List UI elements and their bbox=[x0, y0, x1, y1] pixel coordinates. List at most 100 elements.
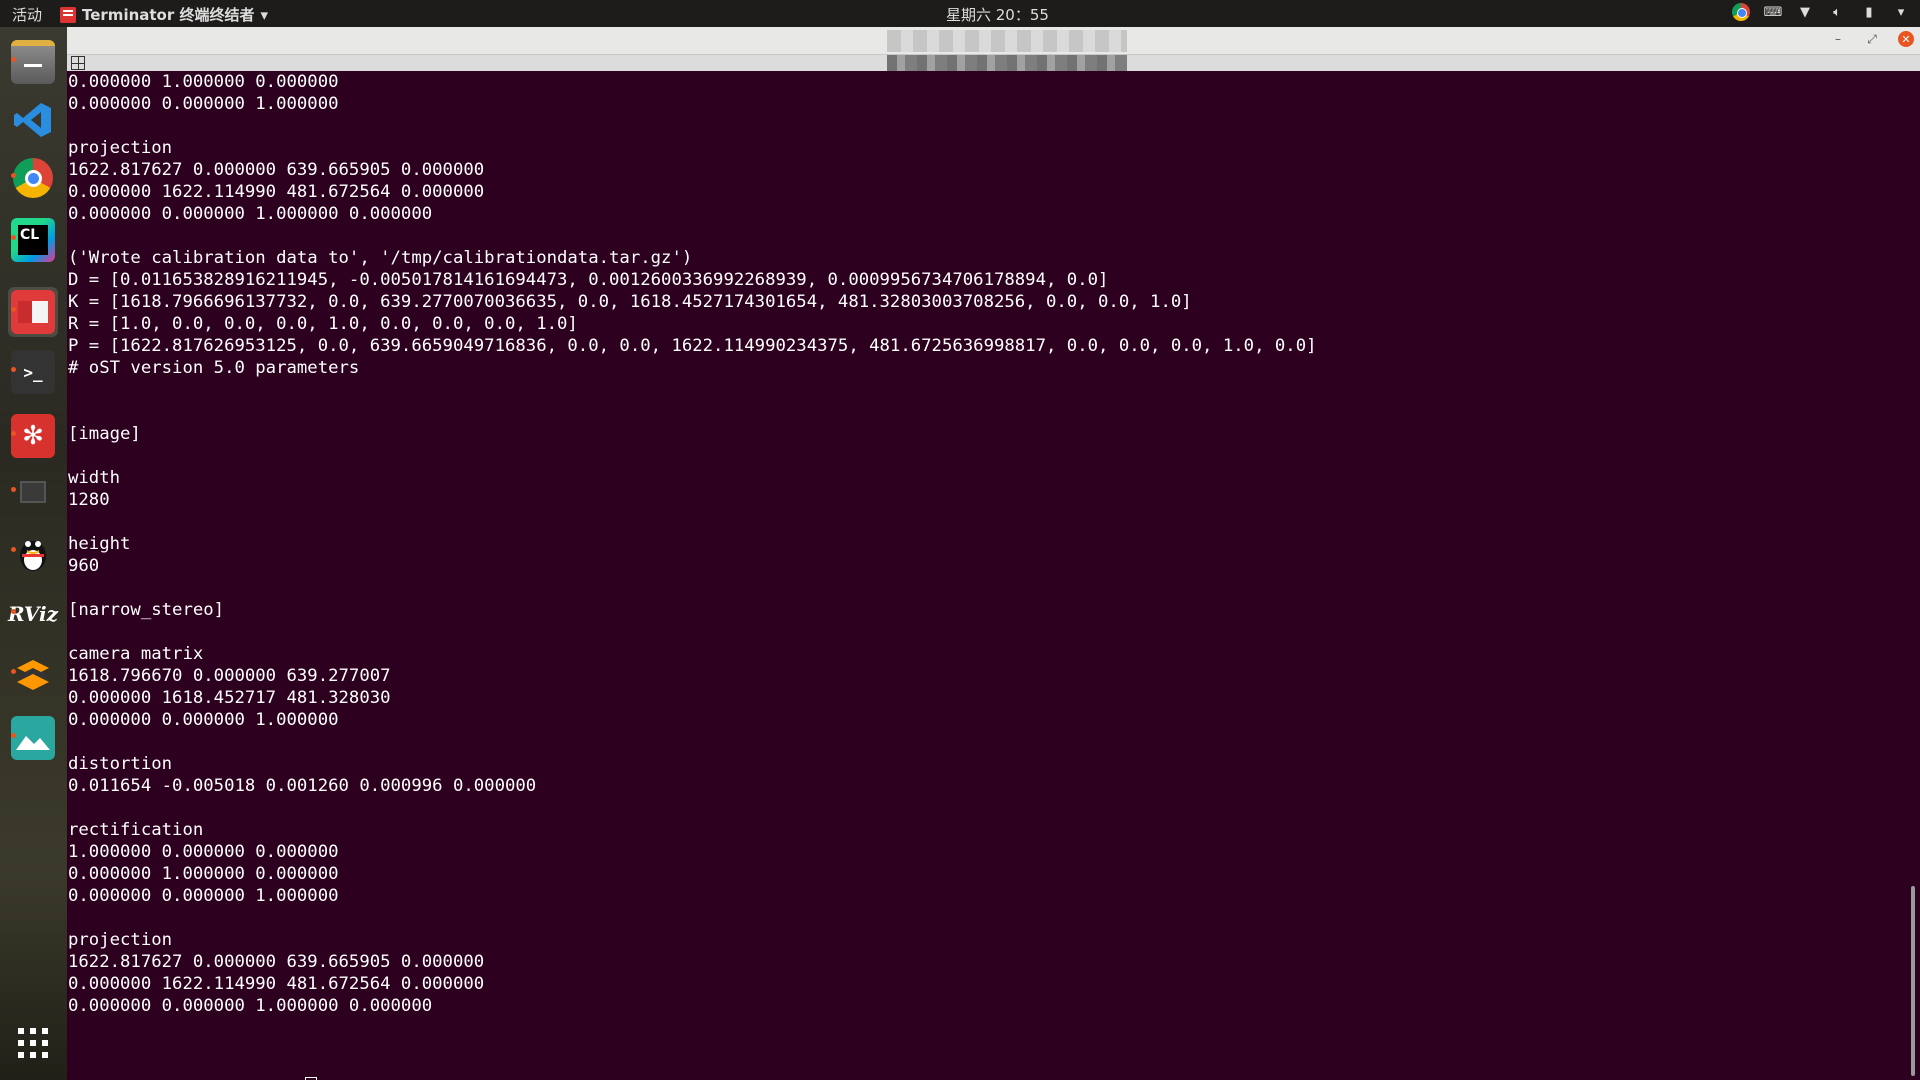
terminal-line: 0.000000 0.000000 1.000000 0.000000 bbox=[68, 204, 433, 224]
dock-xmind[interactable]: ✻ bbox=[8, 411, 58, 461]
running-indicator bbox=[11, 487, 16, 492]
terminal-line: 0.000000 1.000000 0.000000 bbox=[68, 72, 339, 92]
terminal-line: 0.000000 0.000000 1.000000 bbox=[68, 94, 339, 114]
close-button[interactable]: ✕ bbox=[1898, 31, 1914, 47]
show-applications-button[interactable] bbox=[8, 1018, 58, 1068]
window-title-blurred bbox=[887, 30, 1127, 52]
generic-window-icon bbox=[11, 470, 55, 514]
running-indicator bbox=[11, 307, 16, 312]
terminal-line: [image] bbox=[68, 424, 141, 444]
terminal-line: 0.000000 0.000000 1.000000 bbox=[68, 710, 339, 730]
clock[interactable]: 星期六 20：55 bbox=[946, 4, 1049, 25]
terminal-line: projection bbox=[68, 930, 173, 950]
terminal-line: height bbox=[68, 534, 131, 554]
dock-sublime[interactable] bbox=[8, 649, 58, 699]
chrome-icon[interactable] bbox=[1732, 3, 1750, 21]
terminal-line: camera matrix bbox=[68, 644, 204, 664]
app-menu-label: Terminator 终端终结者 bbox=[82, 6, 255, 24]
system-menu-icon[interactable]: ▾ bbox=[1892, 3, 1910, 21]
terminal-line: 1280 bbox=[68, 490, 110, 510]
vscode-icon bbox=[11, 98, 55, 142]
dock-files[interactable] bbox=[8, 37, 58, 87]
running-indicator bbox=[11, 235, 16, 240]
activities-button[interactable]: 活动 bbox=[12, 4, 42, 25]
terminal-line: distortion bbox=[68, 754, 173, 774]
terminal-output[interactable]: 0.000000 1.000000 0.000000 0.000000 0.000… bbox=[67, 71, 1906, 1080]
running-indicator bbox=[11, 609, 16, 614]
minimize-button[interactable]: – bbox=[1830, 31, 1846, 47]
terminal-line: 1618.796670 0.000000 639.277007 bbox=[68, 666, 391, 686]
terminal-scrollbar[interactable] bbox=[1906, 71, 1920, 1080]
terminal-line: 0.000000 0.000000 1.000000 bbox=[68, 886, 339, 906]
terminal-line: width bbox=[68, 468, 121, 488]
window-titlebar[interactable]: – ⤢ ✕ bbox=[67, 27, 1920, 55]
system-tray: ⌨ ▼ 🔈︎ ▮ ▾ bbox=[1732, 3, 1910, 21]
dock-clion[interactable]: CL bbox=[8, 215, 58, 265]
running-indicator bbox=[11, 57, 16, 62]
running-indicator bbox=[11, 733, 16, 738]
dock-image-viewer[interactable] bbox=[8, 713, 58, 763]
xmind-icon: ✻ bbox=[11, 414, 55, 458]
running-indicator bbox=[11, 367, 16, 372]
chevron-down-icon: ▾ bbox=[260, 5, 269, 24]
terminal-line: 0.011654 -0.005018 0.001260 0.000996 0.0… bbox=[68, 776, 537, 796]
dock-terminal[interactable]: >_ bbox=[8, 347, 58, 397]
terminal-line: 1622.817627 0.000000 639.665905 0.000000 bbox=[68, 160, 485, 180]
window-controls: – ⤢ ✕ bbox=[1830, 31, 1914, 47]
chrome-icon bbox=[11, 156, 55, 200]
maximize-button[interactable]: ⤢ bbox=[1864, 31, 1880, 47]
terminal-line: 0.000000 1622.114990 481.672564 0.000000 bbox=[68, 974, 485, 994]
terminator-icon bbox=[60, 6, 76, 23]
document-viewer-icon bbox=[11, 290, 55, 334]
qq-icon bbox=[11, 530, 55, 574]
sublime-icon bbox=[11, 652, 55, 696]
dock-document-viewer[interactable] bbox=[8, 287, 58, 337]
layout-grid-icon[interactable] bbox=[71, 56, 85, 70]
rviz-icon: RViz bbox=[7, 602, 59, 626]
dock: CL >_ ✻ RViz bbox=[0, 27, 67, 1080]
terminal-line: 1622.817627 0.000000 639.665905 0.000000 bbox=[68, 952, 485, 972]
keyboard-icon[interactable]: ⌨ bbox=[1764, 3, 1783, 21]
terminal-line: ('Wrote calibration data to', '/tmp/cali… bbox=[68, 248, 693, 268]
terminal-line: 0.000000 1.000000 0.000000 bbox=[68, 864, 339, 884]
terminal-line: rectification bbox=[68, 820, 204, 840]
running-indicator bbox=[11, 669, 16, 674]
dock-qq[interactable] bbox=[8, 527, 58, 577]
dock-chrome[interactable] bbox=[8, 153, 58, 203]
terminal-line: R = [1.0, 0.0, 0.0, 0.0, 1.0, 0.0, 0.0, … bbox=[68, 314, 578, 334]
scrollbar-thumb[interactable] bbox=[1911, 886, 1915, 1076]
top-panel: 活动 Terminator 终端终结者 ▾ 星期六 20：55 ⌨ ▼ 🔈︎ ▮… bbox=[0, 0, 1920, 27]
volume-icon[interactable]: 🔈︎ bbox=[1828, 3, 1846, 21]
battery-icon[interactable]: ▮ bbox=[1860, 3, 1878, 21]
terminal-line: 1.000000 0.000000 0.000000 bbox=[68, 842, 339, 862]
app-grid-icon bbox=[11, 1021, 55, 1065]
files-icon bbox=[11, 40, 55, 84]
dock-rviz[interactable]: RViz bbox=[8, 589, 58, 639]
running-indicator bbox=[11, 547, 16, 552]
dock-generic-window[interactable] bbox=[8, 467, 58, 517]
dock-vscode[interactable] bbox=[8, 95, 58, 145]
wifi-icon[interactable]: ▼ bbox=[1796, 3, 1814, 21]
terminal-line: 0.000000 0.000000 1.000000 0.000000 bbox=[68, 996, 433, 1016]
app-menu[interactable]: Terminator 终端终结者 ▾ bbox=[60, 4, 268, 25]
clion-icon: CL bbox=[11, 218, 55, 262]
terminal-icon: >_ bbox=[11, 350, 55, 394]
running-indicator bbox=[11, 173, 16, 178]
terminal-line: 960 bbox=[68, 556, 100, 576]
terminal-line: K = [1618.7966696137732, 0.0, 639.277007… bbox=[68, 292, 1192, 312]
terminal-line: 0.000000 1618.452717 481.328030 bbox=[68, 688, 391, 708]
terminator-window: – ⤢ ✕ 0.000000 1.000000 0.000000 0.000000… bbox=[67, 27, 1920, 1080]
terminal-line: # oST version 5.0 parameters bbox=[68, 358, 360, 378]
terminal-line: 0.000000 1622.114990 481.672564 0.000000 bbox=[68, 182, 485, 202]
